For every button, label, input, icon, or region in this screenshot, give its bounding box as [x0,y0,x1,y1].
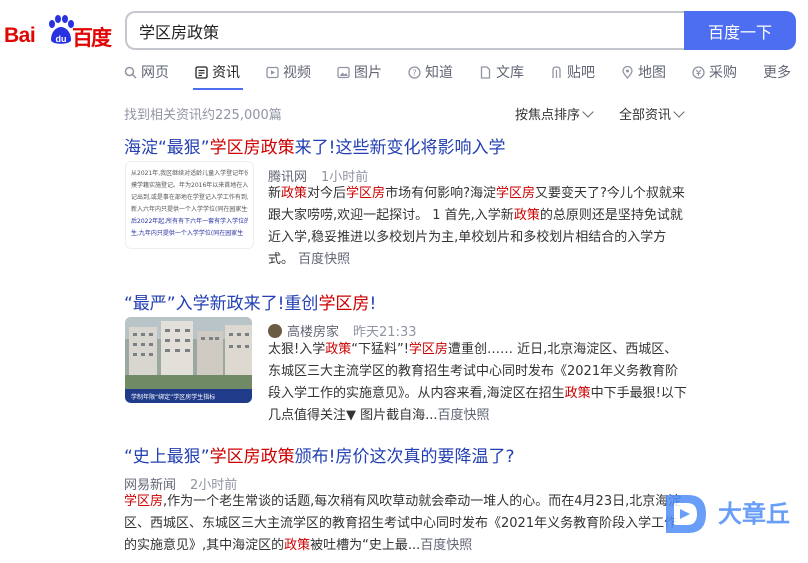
abstract-highlight: 政策 [564,386,591,401]
snapshot-link[interactable]: 百度快照 [420,538,472,553]
thumb-line: 后2022年起,所有有下六年一套有学入学位的 [131,218,248,225]
result-abstract: 太狠!入学政策“下猛料”!学区房遭重创…… 近日,北京海淀区、西城区、东城区三大… [268,339,688,427]
abstract-text: 新 [268,186,282,201]
abstract-text: 市场有何影响?海淀 [385,186,496,201]
watermark-logo: 大章丘 [660,489,805,539]
logo-text-baidu: 百度 [72,26,112,50]
tab-label: 采购 [709,65,737,81]
image-icon [337,66,350,78]
tab-wenku[interactable]: 文库 [479,62,524,82]
purchase-icon [692,65,705,79]
tab-label: 网页 [141,65,169,81]
tab-images[interactable]: 图片 [337,62,382,82]
document-icon [480,65,491,79]
chevron-down-icon [582,106,594,118]
thumb-line: 从2021年,我区继续对适龄儿童入学登记年份 [131,170,248,177]
news-icon [195,65,208,79]
abstract-highlight: 政策 [284,538,311,553]
filter-label: 全部资讯 [619,108,672,123]
question-icon: ? [408,65,421,79]
thumb-line: 生,九年内只提供一个入学学位(同在园家生 [131,230,244,237]
news-filter-dropdown[interactable]: 全部资讯 [619,104,685,123]
tab-zhidao[interactable]: ? 知道 [408,62,453,82]
tab-video[interactable]: 视频 [266,62,311,82]
abstract-highlight: 政策 [325,342,352,357]
tab-label: 视频 [283,65,311,81]
baidu-logo[interactable]: Bai du 百度 [2,10,112,50]
abstract-text: 对今后 [307,186,347,201]
tab-label: 贴吧 [567,65,595,81]
abstract-highlight: 学区房 [495,186,535,201]
tab-more[interactable]: 更多 [763,62,791,82]
abstract-highlight: 政策 [513,208,540,223]
abstract-highlight: 学区房 [408,342,448,357]
thumb-line: 新入六年内只提供一个入学学位(同在园家生登记 [131,206,248,213]
tab-news[interactable]: 资讯 [195,62,240,82]
title-text: ! [369,294,377,314]
result-title-link[interactable]: 海淀“最狠”学区房政策来了!这些新变化将影响入学 [124,133,505,158]
logo-text-bai: Bai [4,24,36,47]
tab-label: 图片 [354,65,382,81]
abstract-highlight: 学区房 [346,186,386,201]
tab-web[interactable]: 网页 [124,62,169,82]
title-text: “最严”入学新政来了!重创 [124,294,319,314]
result-abstract: 学区房,作为一个老生常谈的话题,每次稍有风吹草动就会牵动一堆人的心。而在4月23… [124,491,684,557]
title-text: 海淀“最狠” [124,138,210,158]
tab-label: 资讯 [212,65,240,81]
paw-icon: du [49,15,74,44]
search-box [125,11,685,50]
result-thumbnail[interactable]: 从2021年,我区继续对适龄儿童入学登记年份 摸学籍实施登记。年为2016年以来… [125,161,254,249]
watermark-icon: 大章丘 [666,495,790,533]
abstract-text: “下猛料”! [351,342,409,357]
sort-label: 按焦点排序 [515,108,581,123]
abstract-highlight: 学区房 [124,494,164,509]
map-icon [622,65,633,79]
result-abstract: 新政策对今后学区房市场有何影响?海淀学区房又要变天了?今儿个叔就来跟大家唠唠,欢… [268,183,688,271]
svg-text:?: ? [412,68,416,77]
paw-text: du [56,34,67,44]
thumb-line: 记出到,或是事在部地在学登记入学工作有到,教 [131,194,248,201]
snapshot-link[interactable]: 百度快照 [438,408,490,423]
chevron-down-icon [673,106,685,118]
tab-label: 更多 [763,65,791,81]
tab-map[interactable]: 地图 [621,62,666,82]
abstract-highlight: 政策 [281,186,308,201]
watermark-text: 大章丘 [718,500,790,528]
publish-time: 昨天21:33 [353,325,417,340]
title-highlight: 学区房政策 [209,447,295,467]
title-text: “史上最狠” [124,447,210,467]
tab-purchase[interactable]: 采购 [692,62,737,82]
source-avatar [268,323,282,338]
title-text: 来了!这些新变化将影响入学 [294,138,506,158]
result-title-link[interactable]: “史上最狠”学区房政策颁布!房价这次真的要降温了? [124,442,514,467]
tab-label: 知道 [425,65,453,81]
thumb-caption: 学制年限“绑定”学区房学生指标 [131,393,215,401]
snapshot-link[interactable]: 百度快照 [298,252,350,267]
active-tab-indicator [193,88,243,90]
video-icon [266,66,279,78]
tab-tieba[interactable]: 贴吧 [550,62,595,82]
tab-label: 地图 [638,65,666,81]
abstract-text: 被吐槽为“史上最... [310,538,421,553]
sort-dropdown[interactable]: 按焦点排序 [515,104,594,123]
result-thumbnail[interactable]: 学制年限“绑定”学区房学生指标 [125,317,252,403]
result-title-link[interactable]: “最严”入学新政来了!重创学区房! [124,289,376,314]
search-icon [124,66,137,79]
title-highlight: 学区房政策 [209,138,295,158]
search-input[interactable] [139,19,659,43]
result-count: 找到相关资讯约225,000篇 [124,108,282,123]
title-text: 颁布!房价这次真的要降温了? [294,447,515,467]
tieba-icon [552,65,561,78]
title-highlight: 学区房 [318,294,370,314]
tab-label: 文库 [496,65,524,81]
source-name: 高楼房家 [287,325,340,340]
buildings-photo: 学制年限“绑定”学区房学生指标 [125,317,252,403]
abstract-text: 太狠!入学 [268,342,326,357]
result-source: 高楼房家 昨天21:33 [268,321,416,340]
thumb-line: 摸学籍实施登记。年为2016年以来首地在入学登 [131,182,248,189]
search-button[interactable]: 百度一下 [684,11,796,50]
